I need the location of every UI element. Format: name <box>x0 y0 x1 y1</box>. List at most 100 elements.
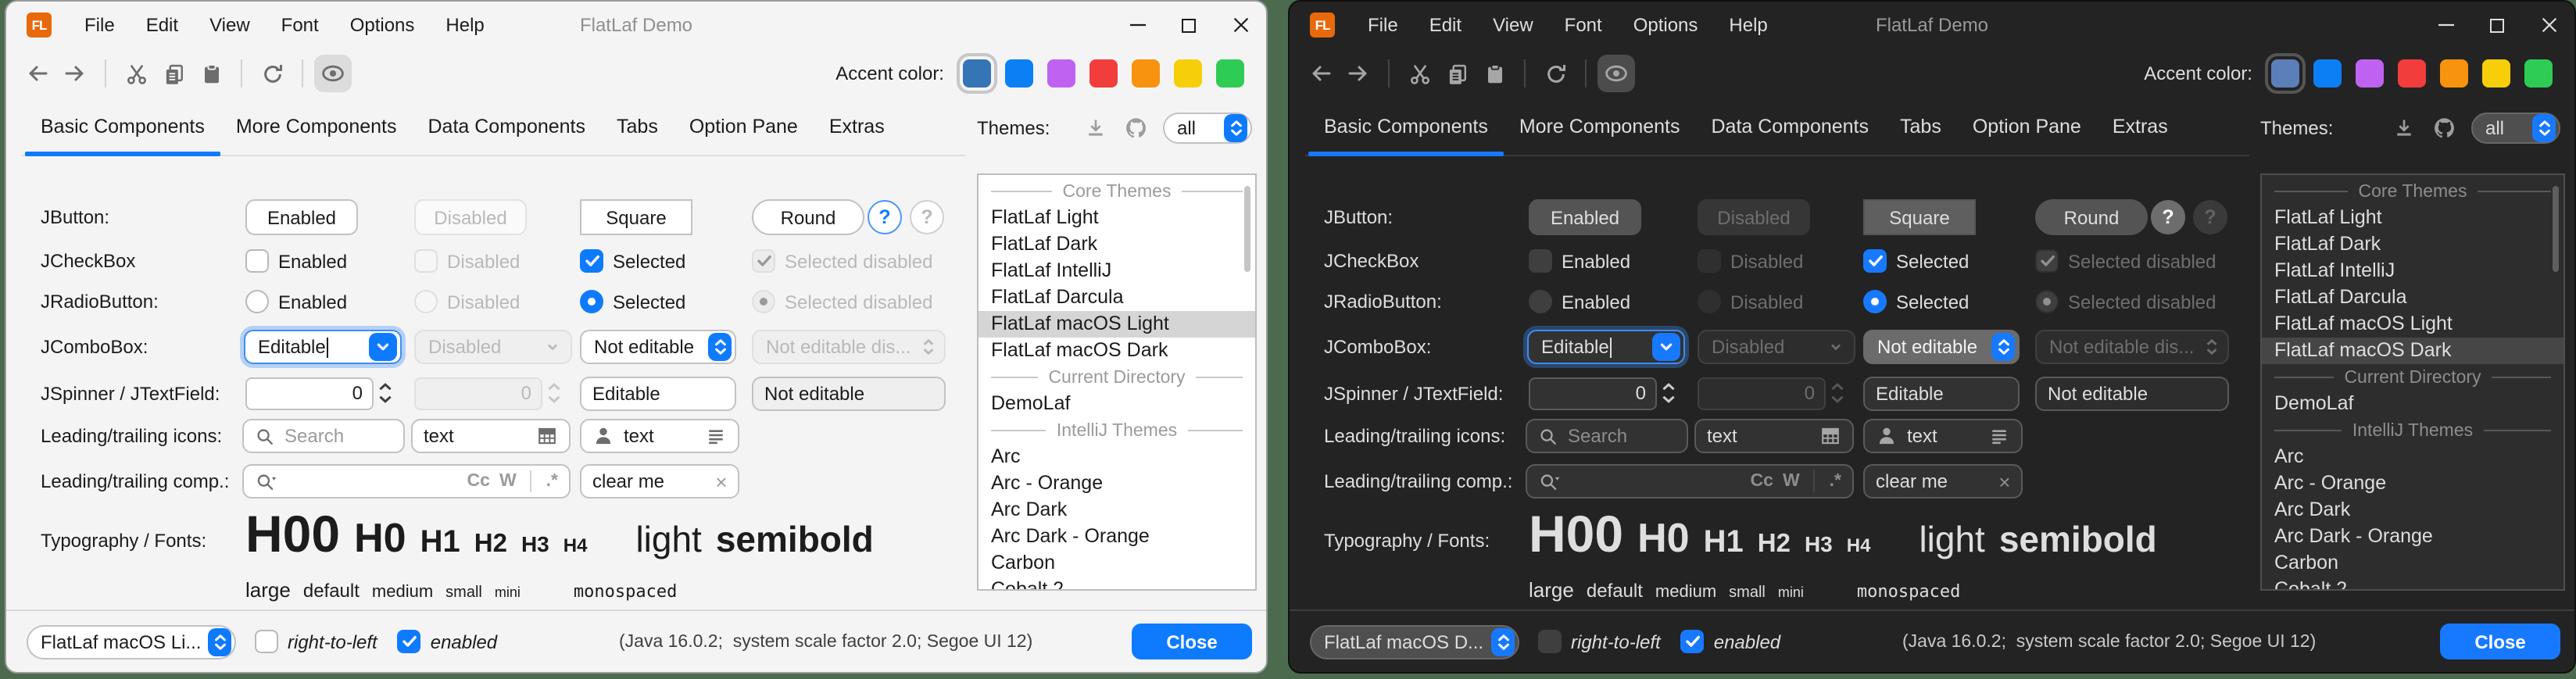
calendar-table-icon[interactable] <box>536 425 558 447</box>
accent-swatch-blue[interactable] <box>1005 59 1033 88</box>
spinner-arrows[interactable] <box>374 377 395 409</box>
back-button[interactable] <box>1302 55 1340 92</box>
list-icon[interactable] <box>705 425 727 447</box>
tab-tabs[interactable]: Tabs <box>601 98 674 156</box>
regex-button[interactable]: .* <box>546 472 558 491</box>
close-button[interactable]: Close <box>1132 624 1252 659</box>
paste-button[interactable] <box>192 55 230 92</box>
back-button[interactable] <box>19 55 56 92</box>
tab-data-components[interactable]: Data Components <box>1696 98 1885 156</box>
cut-button[interactable] <box>117 55 155 92</box>
tab-more-components[interactable]: More Components <box>1504 98 1696 156</box>
themes-filter-combo[interactable]: all <box>2471 113 2560 144</box>
theme-item[interactable]: Arc <box>2262 444 2563 470</box>
download-icon[interactable] <box>2393 117 2415 139</box>
chevron-down-icon[interactable] <box>1652 333 1680 361</box>
text-input-calendar[interactable]: text <box>1694 419 1854 453</box>
checkbox-enabled[interactable]: Enabled <box>1529 249 1630 273</box>
search-input[interactable]: Search <box>1526 419 1688 453</box>
tab-extras[interactable]: Extras <box>2097 98 2184 156</box>
menu-font[interactable]: Font <box>266 2 335 48</box>
whole-word-button[interactable]: W <box>1783 472 1800 491</box>
theme-item[interactable]: Arc Dark <box>2262 497 2563 524</box>
tab-basic-components[interactable]: Basic Components <box>1308 98 1504 156</box>
close-window-button[interactable] <box>2523 2 2574 48</box>
text-input-calendar[interactable]: text <box>411 419 571 453</box>
menu-file[interactable]: File <box>1352 2 1414 48</box>
radio-enabled[interactable]: Enabled <box>1529 290 1630 313</box>
refresh-button[interactable] <box>253 55 291 92</box>
tab-more-components[interactable]: More Components <box>220 98 413 156</box>
editable-combobox[interactable]: Editable <box>1527 330 1685 364</box>
list-icon[interactable] <box>1988 425 2010 447</box>
theme-item[interactable]: Arc - Orange <box>2262 470 2563 497</box>
copy-button[interactable] <box>1438 55 1476 92</box>
cut-button[interactable] <box>1401 55 1438 92</box>
paste-button[interactable] <box>1476 55 1513 92</box>
spinner-value[interactable]: 0 <box>1529 377 1657 409</box>
clear-x-icon[interactable]: × <box>715 470 727 493</box>
round-button[interactable]: Round <box>2035 199 2148 235</box>
theme-item[interactable]: FlatLaf macOS Dark <box>979 338 1255 364</box>
forward-button[interactable] <box>56 55 94 92</box>
text-input-user-list[interactable]: text <box>1863 419 2023 453</box>
enabled-checkbox[interactable]: enabled <box>1681 630 1780 653</box>
maximize-button[interactable] <box>1163 2 1215 48</box>
radio-enabled[interactable]: Enabled <box>245 290 347 313</box>
tab-tabs[interactable]: Tabs <box>1884 98 1957 156</box>
download-icon[interactable] <box>1085 117 1107 139</box>
theme-item[interactable]: FlatLaf Darcula <box>2262 284 2563 311</box>
editable-textfield[interactable]: Editable <box>580 376 736 410</box>
theme-item[interactable]: Carbon <box>979 550 1255 577</box>
theme-item-selected[interactable]: FlatLaf macOS Dark <box>2262 338 2563 364</box>
theme-item-selected[interactable]: FlatLaf macOS Light <box>979 311 1255 338</box>
menu-edit[interactable]: Edit <box>1414 2 1477 48</box>
accent-swatch-red[interactable] <box>2398 59 2426 88</box>
menu-options[interactable]: Options <box>1618 2 1714 48</box>
search-field-with-options[interactable]: Cc W .* <box>242 464 571 499</box>
accent-swatch-purple[interactable] <box>1047 59 1075 88</box>
menu-help[interactable]: Help <box>430 2 499 48</box>
github-icon[interactable] <box>1124 116 1149 141</box>
theme-item[interactable]: Arc Dark - Orange <box>979 524 1255 550</box>
not-editable-combobox[interactable]: Not editable <box>580 330 736 364</box>
regex-button[interactable]: .* <box>1830 472 1841 491</box>
menu-view[interactable]: View <box>194 2 266 48</box>
close-button[interactable]: Close <box>2440 624 2560 659</box>
menu-help[interactable]: Help <box>1713 2 1783 48</box>
scrollbar-thumb[interactable] <box>2552 186 2559 272</box>
menu-font[interactable]: Font <box>1549 2 1618 48</box>
editable-textfield[interactable]: Editable <box>1863 376 2020 410</box>
github-icon[interactable] <box>2432 116 2457 141</box>
theme-item[interactable]: FlatLaf Darcula <box>979 284 1255 311</box>
tab-option-pane[interactable]: Option Pane <box>1957 98 2097 156</box>
text-input-user-list[interactable]: text <box>580 419 739 453</box>
laf-combobox[interactable]: FlatLaf macOS D... <box>1310 624 1519 659</box>
maximize-button[interactable] <box>2471 2 2523 48</box>
match-case-button[interactable]: Cc <box>467 472 490 491</box>
clear-me-input[interactable]: clear me × <box>1863 464 2023 499</box>
square-button[interactable]: Square <box>580 199 692 235</box>
accent-swatch-yellow[interactable] <box>1174 59 1202 88</box>
menu-view[interactable]: View <box>1477 2 1549 48</box>
forward-button[interactable] <box>1340 55 1377 92</box>
accent-swatch-orange[interactable] <box>2440 59 2468 88</box>
match-case-button[interactable]: Cc <box>1751 472 1773 491</box>
scrollbar-thumb[interactable] <box>1243 186 1250 272</box>
accent-swatch-yellow[interactable] <box>2482 59 2510 88</box>
enabled-button[interactable]: Enabled <box>245 199 358 235</box>
tab-basic-components[interactable]: Basic Components <box>25 98 220 156</box>
help-button-primary[interactable]: ? <box>2151 200 2185 234</box>
theme-item[interactable]: Carbon <box>2262 550 2563 577</box>
theme-item[interactable]: FlatLaf Light <box>979 205 1255 231</box>
theme-item[interactable]: DemoLaf <box>2262 391 2563 417</box>
accent-swatch-red[interactable] <box>1089 59 1118 88</box>
whole-word-button[interactable]: W <box>499 472 517 491</box>
refresh-button[interactable] <box>1537 55 1574 92</box>
enabled-button[interactable]: Enabled <box>1529 199 1641 235</box>
theme-item[interactable]: Arc <box>979 444 1255 470</box>
theme-item[interactable]: FlatLaf IntelliJ <box>979 258 1255 284</box>
spinner-enabled[interactable]: 0 <box>1529 377 1679 409</box>
search-dropdown-icon[interactable] <box>1538 471 1562 491</box>
minimize-button[interactable] <box>2420 2 2471 48</box>
